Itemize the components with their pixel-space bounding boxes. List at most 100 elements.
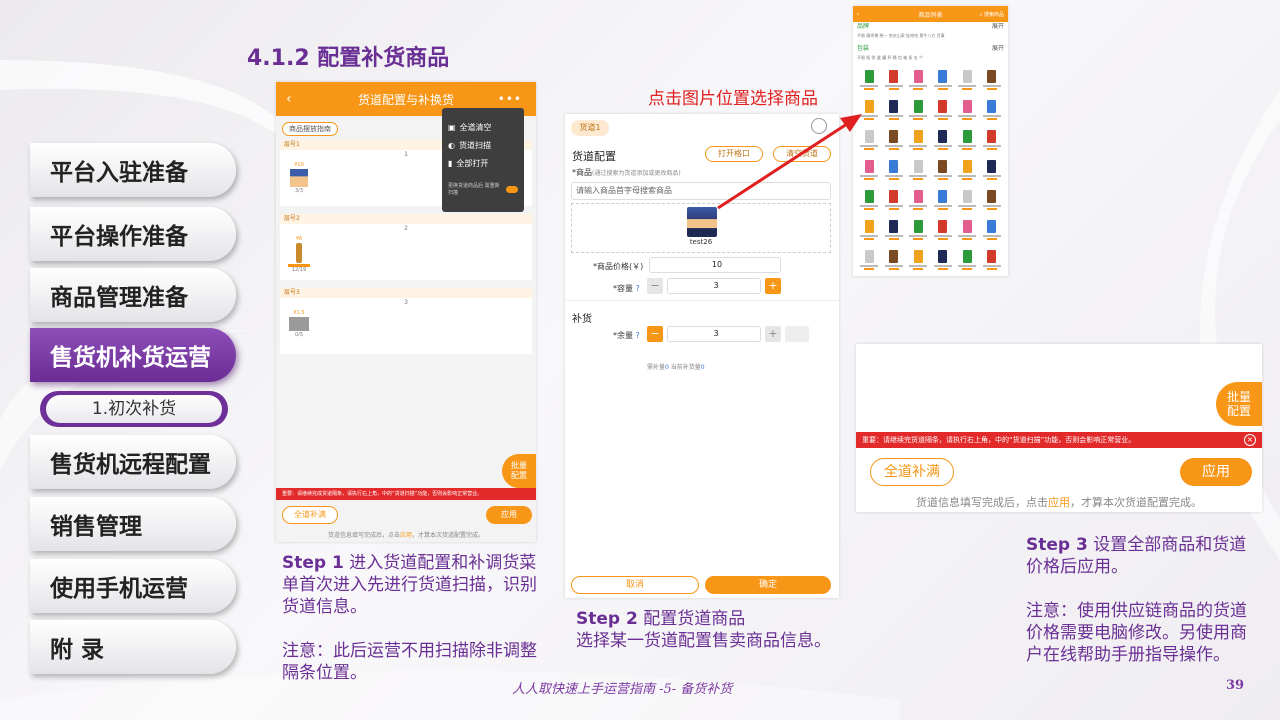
product-tile[interactable] [857,220,882,244]
product-tile[interactable] [882,100,907,124]
fill-all-button[interactable]: 全道补满 [282,506,338,524]
nav-item-sales-management[interactable]: 销售管理 [30,497,236,551]
close-icon[interactable]: × [1244,434,1256,446]
batch-config-button[interactable]: 批量 配置 [1216,382,1262,426]
back-arrow-icon[interactable]: ‹ [857,11,859,18]
nav-item-platform-entry[interactable]: 平台入驻准备 [30,143,236,197]
placement-guide-tag[interactable]: 商品摆放指南 [282,122,338,136]
product-name-line [982,205,1001,207]
remain-extra-button[interactable] [785,326,809,342]
tab-lane-1[interactable]: 货道1 [571,120,609,136]
product-tile[interactable] [882,160,907,184]
product-tile[interactable] [980,70,1005,94]
product-tile[interactable] [906,220,931,244]
product-tile[interactable] [955,190,980,214]
help-icon[interactable]: ? [636,284,640,293]
product-tile[interactable] [857,250,882,274]
brand-chips[interactable]: 不限 康师傅 统一 农夫山泉 娃哈哈 奥牛八方 百事 [853,32,1008,40]
apply-button[interactable]: 应用 [486,506,532,524]
price-input[interactable]: 10 [649,257,781,273]
product-tile[interactable] [931,100,956,124]
product-image [962,220,972,233]
product-tile[interactable] [980,160,1005,184]
product-tile[interactable] [955,100,980,124]
lane-cell[interactable]: ¥10 3/3 [288,162,310,194]
nav-item-mobile-operation[interactable]: 使用手机运营 [30,559,236,613]
product-tile[interactable] [882,130,907,154]
nav-subitem-first-restock[interactable]: 1.初次补货 [40,391,228,427]
nav-item-vending-restock[interactable]: 售货机补货运营 [30,328,236,382]
lane-cell[interactable]: ¥6 12/19 [288,236,310,273]
product-tile[interactable] [882,250,907,274]
expand-link[interactable]: 展开 [992,44,1004,54]
product-tile[interactable] [931,220,956,244]
product-tile[interactable] [955,220,980,244]
product-tile[interactable] [906,190,931,214]
nav-item-platform-operation[interactable]: 平台操作准备 [30,207,236,261]
product-label: *商品(通过搜索为货道添加或更改商品) [572,167,681,178]
menu-item-scan-lanes[interactable]: ◐ 货道扫描 [448,136,518,154]
product-tile[interactable] [955,130,980,154]
product-name-line [958,85,977,87]
product-price-line [888,238,899,240]
product-tile[interactable] [955,160,980,184]
product-image [889,190,899,203]
lane-cell[interactable]: ¥1.5 0/5 [288,310,310,338]
warning-banner: 重要：请继续完成货道隔条，请执行右上角，中的“货道扫描”功能，否则会影响正常营业… [276,488,536,500]
product-tile[interactable] [906,160,931,184]
product-tile[interactable] [882,70,907,94]
product-tile[interactable] [906,70,931,94]
expand-link[interactable]: 展开 [992,22,1004,32]
help-icon[interactable]: ? [636,331,640,340]
nav-item-remote-config[interactable]: 售货机远程配置 [30,435,236,489]
capacity-minus-button[interactable]: − [647,278,663,294]
confirm-button[interactable]: 确定 [705,576,831,594]
menu-item-open-all[interactable]: ▮ 全部打开 [448,154,518,172]
product-tile[interactable] [931,160,956,184]
product-tile[interactable] [857,70,882,94]
rescan-toggle[interactable] [505,185,518,193]
product-tile[interactable] [931,70,956,94]
menu-item-clear-all[interactable]: ▣ 全道清空 [448,118,518,136]
product-tile[interactable] [980,100,1005,124]
remain-plus-button[interactable]: + [765,326,781,342]
door-icon: ▮ [448,158,453,168]
product-tile[interactable] [906,100,931,124]
remain-minus-button[interactable]: − [647,326,663,342]
product-tile[interactable] [980,220,1005,244]
fill-all-button[interactable]: 全道补满 [870,458,954,486]
product-tile[interactable] [980,250,1005,274]
restock-title: 补货 [572,314,592,325]
product-image [913,100,923,113]
nav-item-appendix[interactable]: 附 录 [30,620,236,674]
step2-text: Step 2 配置货道商品 选择某一货道配置售卖商品信息。 [576,608,866,652]
package-chips[interactable]: 不限 瓶 袋 盒 罐 杯 桶 包 箱 条 支 个 [853,54,1008,62]
capacity-input[interactable]: 3 [667,278,761,294]
apply-button[interactable]: 应用 [1180,458,1252,486]
cancel-button[interactable]: 取消 [571,576,699,594]
nav-item-label: 平台操作准备 [50,224,188,250]
product-tile[interactable] [882,190,907,214]
product-price-line [888,208,899,210]
product-tile[interactable] [906,250,931,274]
product-name-line [860,235,879,237]
nav-item-product-management[interactable]: 商品管理准备 [30,268,236,322]
search-link[interactable]: ⌕ 搜索商品 [980,11,1004,18]
product-tile[interactable] [955,250,980,274]
product-name-line [958,235,977,237]
product-thumb [289,317,309,331]
product-tile[interactable] [931,130,956,154]
capacity-plus-button[interactable]: + [765,278,781,294]
product-tile[interactable] [931,250,956,274]
more-icon[interactable]: ••• [498,92,522,106]
product-tile[interactable] [955,70,980,94]
product-tile[interactable] [906,130,931,154]
back-arrow-icon[interactable]: ‹ [286,91,292,107]
section-navigation: 平台入驻准备 平台操作准备 商品管理准备 售货机补货运营 1.初次补货 售货机远… [0,0,250,720]
product-tile[interactable] [980,130,1005,154]
product-tile[interactable] [931,190,956,214]
batch-config-button[interactable]: 批量 配置 [502,454,536,488]
product-tile[interactable] [882,220,907,244]
remain-input[interactable]: 3 [667,326,761,342]
product-tile[interactable] [980,190,1005,214]
